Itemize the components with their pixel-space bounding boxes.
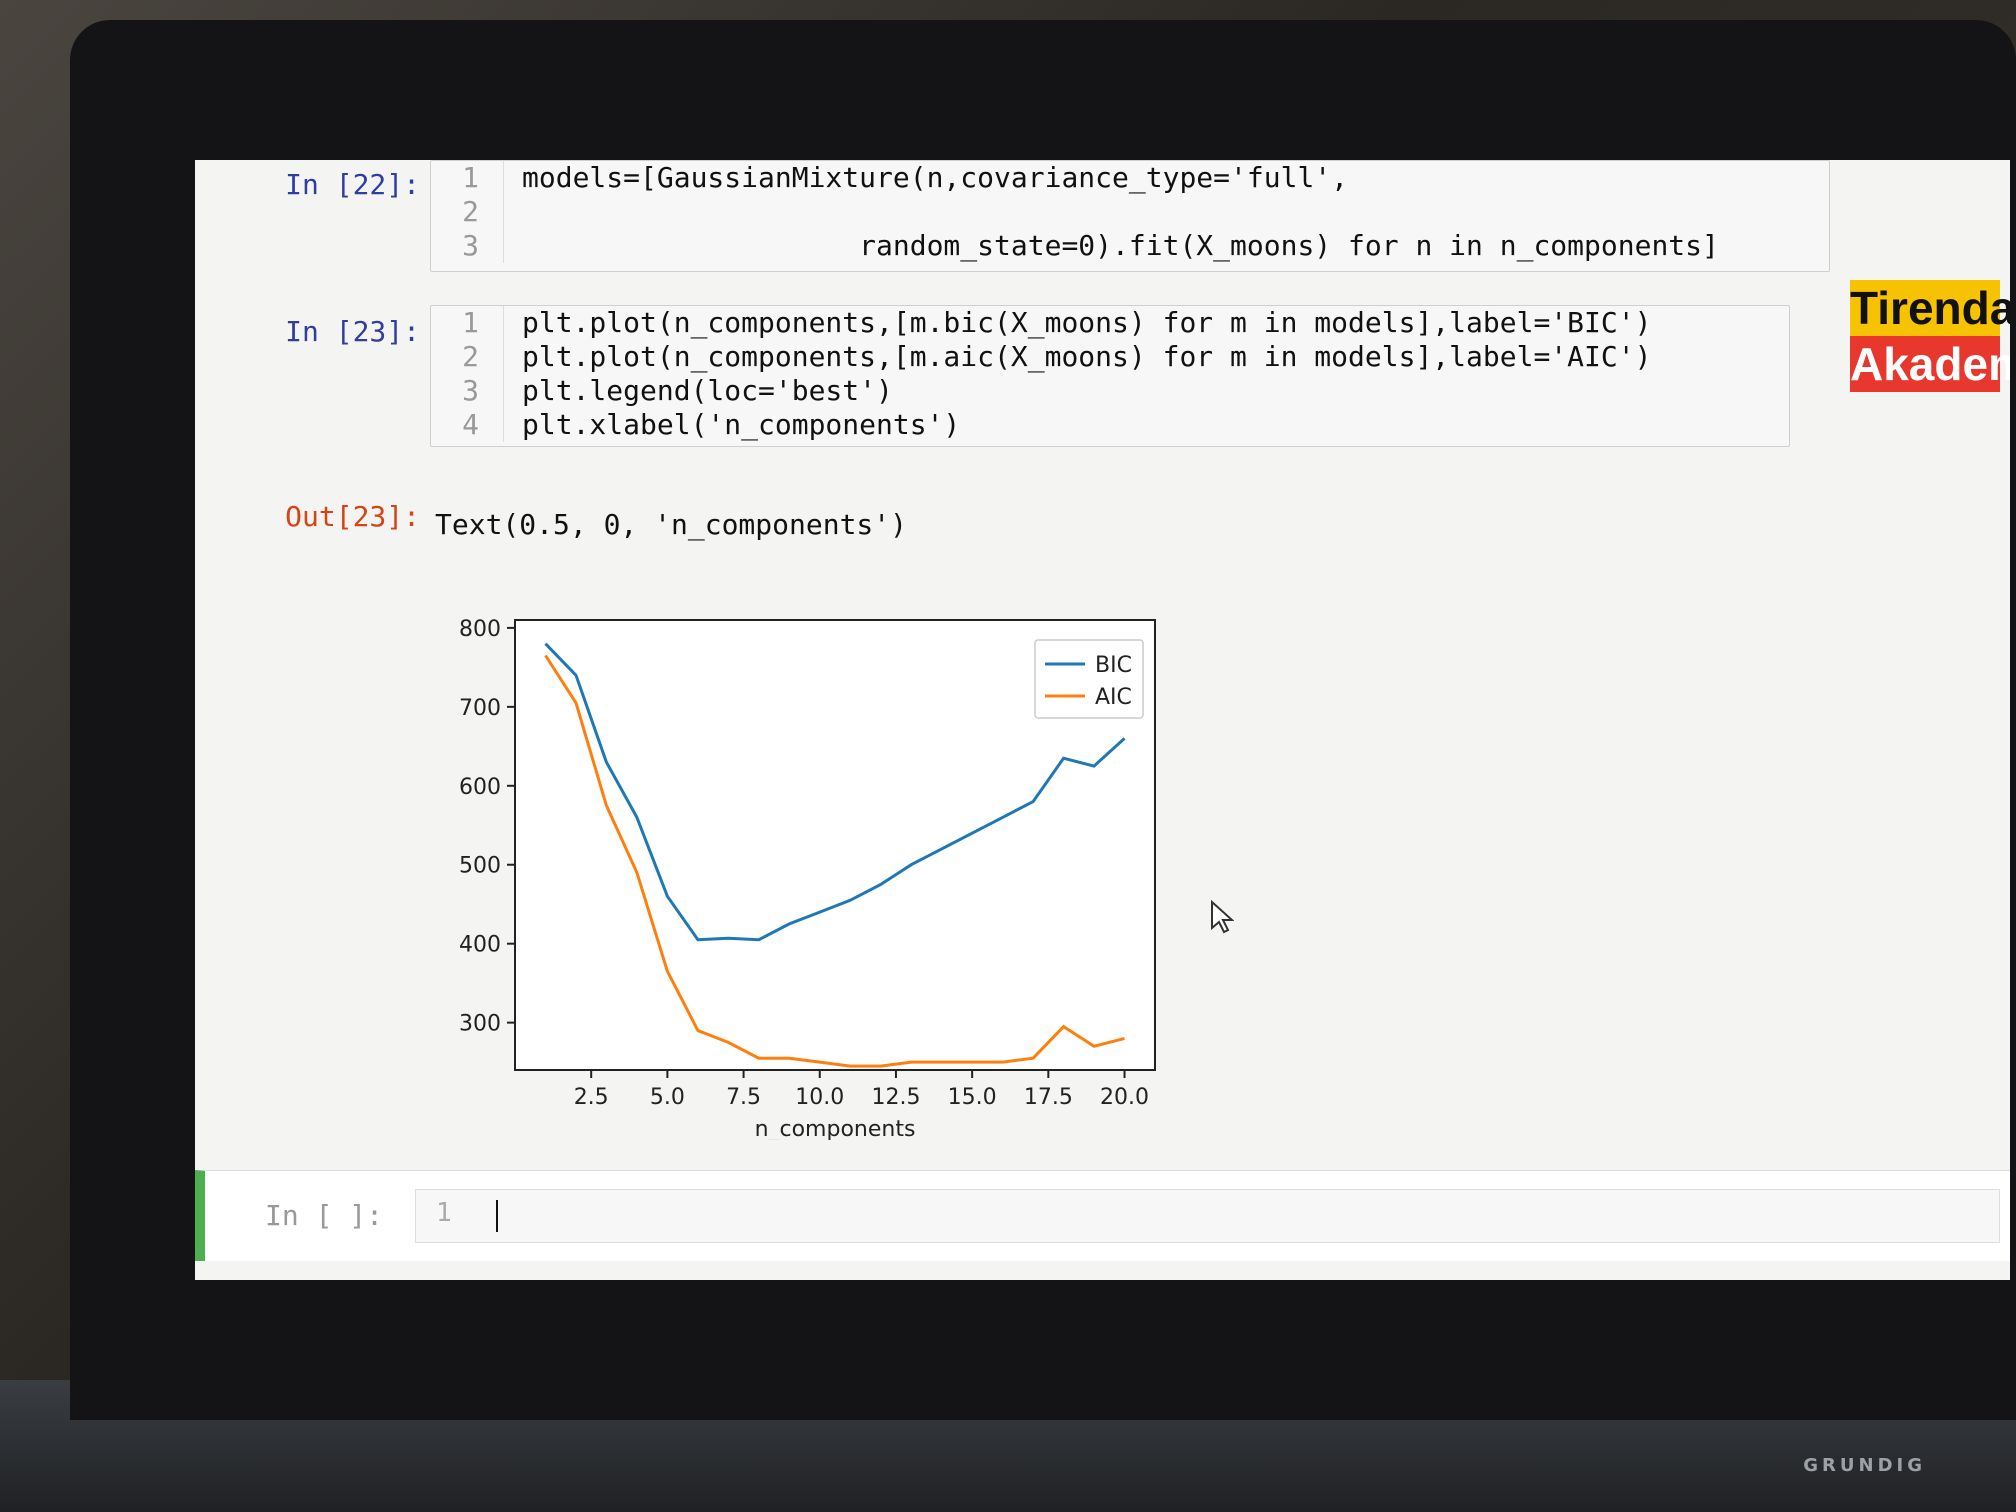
- output-prompt: Out[23]:: [285, 500, 420, 533]
- legend-label: BIC: [1095, 653, 1132, 678]
- empty-code-cell[interactable]: In [ ]: 1: [195, 1170, 2010, 1261]
- cell-prompt: In [22]:: [285, 168, 420, 201]
- x-tick-label: 15.0: [948, 1085, 997, 1110]
- x-tick-label: 2.5: [574, 1085, 609, 1110]
- x-tick-label: 10.0: [795, 1085, 844, 1110]
- laptop-brand-logo: GRUNDIG: [1803, 1455, 1926, 1476]
- code-line: 2: [431, 195, 1829, 229]
- y-tick-label: 800: [459, 617, 501, 642]
- y-tick-label: 500: [459, 854, 501, 879]
- y-tick-label: 700: [459, 696, 501, 721]
- code-line: 3 plt.legend(loc='best'): [431, 374, 1789, 408]
- code-cell-22[interactable]: In [22]: 1 models=[GaussianMixture(n,cova…: [195, 160, 2010, 280]
- code-line: 2 plt.plot(n_components,[m.aic(X_moons) f…: [431, 340, 1789, 374]
- code-cell-23[interactable]: In [23]: 1 plt.plot(n_components,[m.bic(X…: [195, 295, 2010, 447]
- code-line: 1 models=[GaussianMixture(n,covariance_ty…: [431, 161, 1829, 195]
- text-caret: [496, 1200, 498, 1232]
- x-axis-label: n_components: [755, 1117, 916, 1140]
- cell-prompt: In [ ]:: [265, 1199, 384, 1232]
- code-editor[interactable]: 1 models=[GaussianMixture(n,covariance_ty…: [430, 160, 1830, 272]
- x-tick-label: 12.5: [871, 1085, 920, 1110]
- y-tick-label: 600: [459, 775, 501, 800]
- line-number: 1: [436, 1198, 452, 1228]
- code-editor[interactable]: 1 plt.plot(n_components,[m.bic(X_moons) f…: [430, 305, 1790, 447]
- code-line: 3 random_state=0).fit(X_moons) for n in …: [431, 229, 1829, 263]
- bic-aic-chart: 300 400 500 600 700 800 2.5 5.0 7.5 10.0 12.5 15.0 1…: [425, 580, 1185, 1144]
- y-tick-label: 300: [459, 1012, 501, 1037]
- x-tick-label: 20.0: [1100, 1085, 1149, 1110]
- code-editor[interactable]: 1: [415, 1189, 2000, 1243]
- legend-label: AIC: [1095, 685, 1132, 710]
- x-tick-label: 5.0: [650, 1085, 685, 1110]
- x-tick-label: 17.5: [1024, 1085, 1073, 1110]
- cell-prompt: In [23]:: [285, 315, 420, 348]
- code-line: 1 plt.plot(n_components,[m.bic(X_moons) f…: [431, 306, 1789, 340]
- mouse-pointer-icon: [1211, 900, 1234, 934]
- y-tick-label: 400: [459, 933, 501, 958]
- chart-svg: 300 400 500 600 700 800 2.5 5.0 7.5 10.0 12.5 15.0 1…: [459, 617, 1156, 1142]
- x-tick-label: 7.5: [726, 1085, 761, 1110]
- jupyter-notebook-screen: Tirendaz Akademi In [22]: 1models=[Gauss…: [195, 160, 2010, 1280]
- output-text: Text(0.5, 0, 'n_components'): [435, 508, 908, 541]
- code-line: 4 plt.xlabel('n_components'): [431, 408, 1789, 442]
